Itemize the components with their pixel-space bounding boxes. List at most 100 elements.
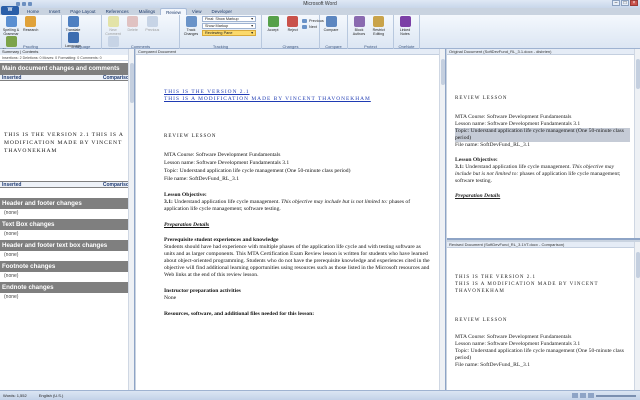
tracking-group: Track Changes Final: Show Markup ▾ Show M… [180,15,262,49]
inserted-line-1: THIS IS THE VERSION 2.1 [164,89,250,95]
tab-developer[interactable]: Developer [207,8,238,15]
reject-icon [287,16,299,27]
minimize-button[interactable]: – [612,0,620,6]
reviewing-pane-scrollbar[interactable] [128,49,134,390]
changes-group: Accept Reject Previous Next Changes [262,15,324,49]
status-bar: Words: 1,552 English (U.S.) [0,390,640,400]
accept-button[interactable]: Accept [264,16,282,32]
resources-heading: Resources, software, and additional file… [164,311,315,317]
chevron-down-icon: ▾ [251,17,253,21]
inserted-text[interactable]: THIS IS THE VERSION 2.1 THIS IS A MODIFI… [0,81,134,181]
revised-line-1: THIS IS THE VERSION 2.1 [455,275,537,280]
tab-page-layout[interactable]: Page Layout [65,8,100,15]
lesson-name-line: Lesson name: Software Development Fundam… [455,121,581,127]
topic-line: Topic: Understand application life cycle… [455,128,630,142]
lesson-name-line: Lesson name: Software Development Fundam… [164,160,290,166]
window-title: Microsoft Word [303,1,337,7]
revised-document-pane: Revised Document (SoftDevFund_RL_3.1VT.d… [447,242,640,390]
topic-line: Topic: Understand application life cycle… [455,348,624,361]
inserted-header-bottom[interactable]: Inserted Comparison [0,181,134,188]
protect-group: Block Authors Restrict Editing Protect [348,15,394,49]
word-count[interactable]: Words: 1,552 [3,391,27,400]
revision-summary: Insertions: 2 Deletions: 0 Moves: 0 Form… [0,55,134,61]
tab-review[interactable]: Review [160,8,187,15]
reviewing-pane: Summary | Contents × Insertions: 2 Delet… [0,49,135,390]
save-icon[interactable] [16,2,20,6]
restrict-editing-button[interactable]: Restrict Editing [370,16,388,36]
objective-heading: Lesson Objective: [164,192,207,198]
spelling-grammar-button[interactable]: Spelling & Grammar [2,16,20,36]
original-document-pane: Original Document (SoftDevFund_RL_3.1.do… [447,49,640,240]
translate-button[interactable]: Translate [64,16,82,32]
reject-button[interactable]: Reject [284,16,302,32]
zoom-slider[interactable] [596,394,636,397]
scrollbar-thumb[interactable] [441,59,445,85]
compared-document-scrollbar[interactable] [439,49,445,390]
scrollbar-thumb[interactable] [130,63,134,103]
revised-document-scrollbar[interactable] [634,242,640,390]
tab-insert[interactable]: Insert [44,8,65,15]
accept-icon [267,16,279,27]
tab-references[interactable]: References [101,8,134,15]
comments-group: New Comment Delete Previous Next Comment… [102,15,180,52]
revised-document-body[interactable]: THIS IS THE VERSION 2.1 THIS IS A MODIFI… [447,248,640,369]
quick-access-toolbar [16,2,32,6]
ribbon-tabs: Home Insert Page Layout References Maili… [22,8,237,15]
display-for-review-dropdown[interactable]: Final: Show Markup ▾ [202,16,256,22]
file-name-line: File name: SoftDevFund_RL_3.1 [455,142,531,148]
previous-comment-button[interactable]: Previous [143,16,161,32]
onenote-icon [399,16,411,27]
linked-notes-button[interactable]: Linked Notes [396,16,414,36]
original-document-body[interactable]: REVIEW LESSON MTA Course: Software Devel… [447,55,640,200]
tab-home[interactable]: Home [22,8,44,15]
header-footer-text-box-changes-heading: Header and footer text box changes [0,240,134,251]
text-box-changes-value: (none) [4,231,19,237]
office-button[interactable]: W [1,6,19,15]
inserted-header-top[interactable]: Inserted Comparison [0,74,134,81]
tab-view[interactable]: View [187,8,207,15]
maximize-button[interactable]: □ [621,0,629,6]
research-button[interactable]: Research [22,16,40,32]
course-line: MTA Course: Software Development Fundame… [164,152,281,158]
close-button[interactable]: × [630,0,638,6]
track-changes-icon [185,16,197,27]
tab-mailings[interactable]: Mailings [134,8,161,15]
language-icon [67,32,79,43]
undo-icon[interactable] [22,2,26,6]
redo-icon[interactable] [28,2,32,6]
web-layout-icon[interactable] [588,393,594,398]
proofing-group: Spelling & Grammar Research Thesaurus Pr… [0,15,62,52]
preparation-details-heading: Preparation Details [164,222,210,228]
original-document-scrollbar[interactable] [634,49,640,238]
course-line: MTA Course: Software Development Fundame… [455,334,572,340]
translate-icon [67,16,79,27]
header-footer-changes-value: (none) [4,210,19,216]
compare-icon [325,16,337,27]
delete-icon [127,16,139,27]
course-line: MTA Course: Software Development Fundame… [455,114,572,120]
file-name-line: File name: SoftDevFund_RL_3.1 [164,176,240,182]
compared-document-pane: Compared Document THIS IS THE VERSION 2.… [136,49,446,390]
print-layout-icon[interactable] [572,393,578,398]
block-authors-button[interactable]: Block Authors [350,16,368,36]
block-authors-icon [353,16,365,27]
delete-comment-button[interactable]: Delete [124,16,142,32]
next-icon [302,25,307,29]
scrollbar-thumb[interactable] [636,59,640,89]
ribbon: Spelling & Grammar Research Thesaurus Pr… [0,15,640,52]
instructor-heading: Instructor preparation activities [164,288,241,294]
research-icon [25,16,37,27]
language-group: Translate Language Language [62,15,102,49]
track-changes-button[interactable]: Track Changes [182,16,200,36]
footnote-changes-value: (none) [4,273,19,279]
new-comment-button[interactable]: New Comment [104,16,122,36]
language-indicator[interactable]: English (U.S.) [39,391,64,400]
compared-document-body[interactable]: THIS IS THE VERSION 2.1 THIS IS A MODIFI… [136,55,445,318]
compare-button[interactable]: Compare [322,16,340,32]
reviewing-pane-dropdown[interactable]: Reviewing Pane ▾ [202,30,256,36]
show-markup-dropdown[interactable]: Show Markup ▾ [202,23,256,29]
inserted-line-2: THIS IS A MODIFICATION MADE BY VINCENT T… [164,96,371,102]
comment-icon [107,16,119,27]
full-screen-icon[interactable] [580,393,586,398]
scrollbar-thumb[interactable] [636,252,640,278]
